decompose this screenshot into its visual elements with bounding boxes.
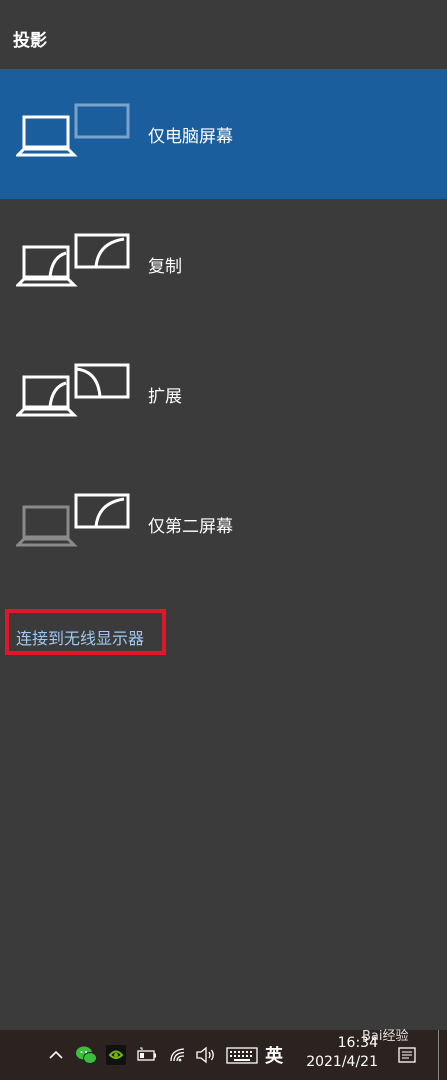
option-duplicate[interactable]: 复制	[0, 199, 447, 329]
panel-title: 投影	[13, 31, 47, 51]
option-pc-screen-only[interactable]: 仅电脑屏幕	[0, 69, 447, 199]
option-extend[interactable]: 扩展	[0, 329, 447, 459]
connect-wireless-display-highlight: 连接到无线显示器	[5, 609, 166, 655]
keyboard-icon[interactable]	[226, 1044, 258, 1066]
duplicate-icon	[16, 233, 130, 287]
wifi-icon[interactable]	[168, 1044, 188, 1066]
volume-icon[interactable]	[195, 1044, 217, 1066]
option-second-screen-only[interactable]: 仅第二屏幕	[0, 459, 447, 589]
nvidia-icon[interactable]	[106, 1044, 126, 1066]
watermark: Bai经验	[362, 1029, 409, 1044]
project-panel: 投影 仅电脑屏幕 复制 扩展 仅第二屏幕 连接到无线显示器	[0, 0, 447, 1030]
extend-icon	[16, 363, 130, 417]
show-desktop-divider[interactable]	[438, 1030, 439, 1080]
notification-icon[interactable]	[397, 1044, 417, 1066]
option-label: 复制	[148, 257, 182, 277]
pc-screen-only-icon	[16, 103, 130, 157]
chevron-up-icon[interactable]	[48, 1044, 64, 1066]
option-label: 扩展	[148, 387, 182, 407]
option-label: 仅电脑屏幕	[148, 127, 233, 147]
ime-indicator[interactable]: 英	[265, 1042, 283, 1068]
connect-wireless-display-link[interactable]: 连接到无线显示器	[16, 625, 144, 649]
wechat-icon[interactable]	[75, 1044, 97, 1066]
option-label: 仅第二屏幕	[148, 517, 233, 537]
battery-icon[interactable]	[136, 1044, 158, 1066]
second-screen-only-icon	[16, 493, 130, 547]
clock-date: 2021/4/21	[306, 1054, 378, 1070]
